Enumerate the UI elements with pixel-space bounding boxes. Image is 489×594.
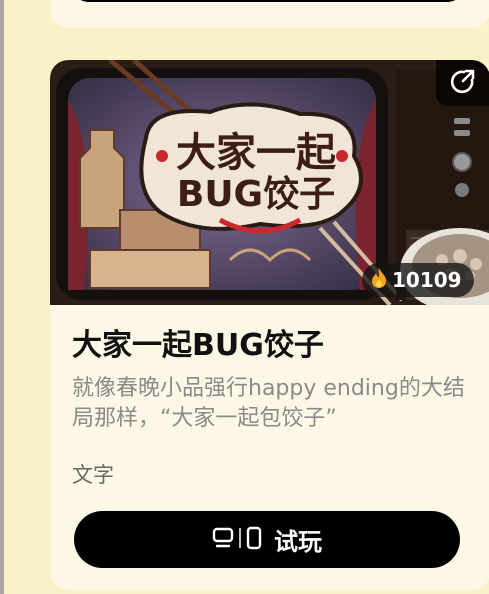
platform-icons bbox=[212, 526, 262, 554]
game-card[interactable]: 大家一起 BUG饺子 10109 大家一起BUG饺子 就像春晚小品强行happy… bbox=[50, 60, 489, 590]
play-count: 10109 bbox=[392, 268, 462, 292]
previous-card bbox=[50, 0, 489, 28]
desktop-icon bbox=[212, 527, 234, 553]
game-thumbnail[interactable]: 大家一起 BUG饺子 10109 bbox=[50, 60, 489, 305]
game-title[interactable]: 大家一起BUG饺子 bbox=[72, 326, 324, 366]
divider-icon bbox=[238, 527, 242, 553]
game-description: 就像春晚小品强行happy ending的大结局那样，“大家一起包饺子” bbox=[72, 376, 465, 431]
previous-card-play-button[interactable] bbox=[74, 0, 462, 2]
share-external-icon bbox=[450, 68, 476, 98]
fire-icon bbox=[370, 267, 388, 293]
try-play-button[interactable]: 试玩 bbox=[74, 511, 460, 568]
share-button[interactable] bbox=[436, 60, 489, 106]
svg-text:BUG饺子: BUG饺子 bbox=[177, 174, 335, 215]
thumbnail-title-line1: 大家一起 bbox=[176, 130, 337, 176]
mobile-icon bbox=[246, 526, 262, 554]
play-count-badge: 10109 bbox=[362, 263, 474, 297]
try-play-label: 试玩 bbox=[274, 528, 322, 556]
window-edge bbox=[0, 0, 4, 594]
game-tag: 文字 bbox=[72, 463, 114, 487]
